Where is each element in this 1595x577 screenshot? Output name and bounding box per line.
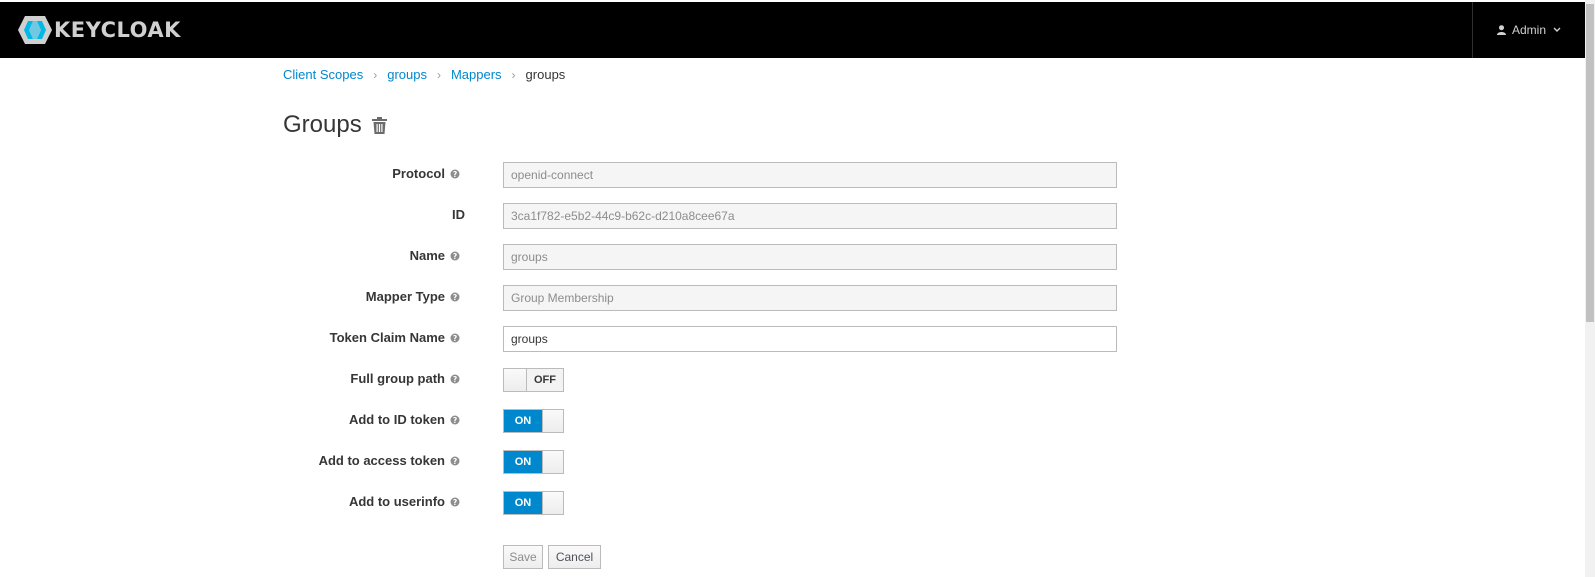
save-button[interactable]: Save xyxy=(503,545,543,569)
toggle-state: ON xyxy=(504,492,542,514)
add-to-access-token-toggle[interactable]: ON xyxy=(503,450,564,474)
help-icon[interactable]: ? xyxy=(450,374,460,384)
help-icon[interactable]: ? xyxy=(450,415,460,425)
breadcrumb-groups[interactable]: groups xyxy=(387,67,427,82)
breadcrumb-separator-icon: › xyxy=(511,67,516,82)
mapper-type-row: Mapper Type ? xyxy=(0,285,1200,311)
svg-text:?: ? xyxy=(453,293,457,302)
token-claim-name-row: Token Claim Name ? xyxy=(0,326,1200,352)
toggle-knob xyxy=(504,369,527,391)
page-header: Groups xyxy=(283,111,387,139)
help-icon[interactable]: ? xyxy=(450,497,460,507)
full-group-path-label: Full group path ? xyxy=(350,371,460,386)
breadcrumb-current: groups xyxy=(525,67,566,82)
add-to-userinfo-toggle[interactable]: ON xyxy=(503,491,564,515)
keycloak-logo[interactable]: KEYCLOAK xyxy=(18,16,181,44)
breadcrumb-separator-icon: › xyxy=(373,67,378,82)
help-icon[interactable]: ? xyxy=(450,169,460,179)
mapper-type-field[interactable] xyxy=(503,285,1117,311)
toggle-knob xyxy=(542,410,563,432)
name-label-text: Name xyxy=(409,248,445,263)
add-to-id-token-label-text: Add to ID token xyxy=(348,412,445,427)
id-label: ID xyxy=(452,207,465,222)
id-row: ID xyxy=(0,203,1200,229)
toggle-knob xyxy=(542,451,563,473)
svg-text:?: ? xyxy=(453,498,457,507)
full-group-path-row: Full group path ? OFF xyxy=(0,367,1200,393)
svg-text:?: ? xyxy=(453,334,457,343)
help-icon[interactable]: ? xyxy=(450,333,460,343)
full-group-path-label-text: Full group path xyxy=(350,371,445,386)
scrollbar-thumb[interactable] xyxy=(1586,4,1594,322)
add-to-userinfo-label-text: Add to userinfo xyxy=(348,494,445,509)
user-menu-dropdown[interactable]: Admin xyxy=(1472,2,1585,58)
chevron-down-icon xyxy=(1553,27,1561,33)
protocol-label: Protocol ? xyxy=(392,166,460,181)
svg-text:?: ? xyxy=(453,457,457,466)
user-name: Admin xyxy=(1511,23,1546,37)
id-label-text: ID xyxy=(452,207,465,222)
protocol-row: Protocol ? xyxy=(0,162,1200,188)
toggle-state: ON xyxy=(504,410,542,432)
toggle-state: ON xyxy=(504,451,542,473)
logo-text: KEYCLOAK xyxy=(54,18,181,42)
svg-text:?: ? xyxy=(453,170,457,179)
help-icon[interactable]: ? xyxy=(450,456,460,466)
keycloak-logo-icon xyxy=(18,16,52,44)
breadcrumb-client-scopes[interactable]: Client Scopes xyxy=(283,67,363,82)
svg-text:?: ? xyxy=(453,252,457,261)
breadcrumb-separator-icon: › xyxy=(436,67,441,82)
token-claim-name-label: Token Claim Name ? xyxy=(330,330,460,345)
full-group-path-toggle[interactable]: OFF xyxy=(503,368,564,392)
name-label: Name ? xyxy=(410,248,460,263)
toggle-knob xyxy=(542,492,563,514)
add-to-userinfo-row: Add to userinfo ? ON xyxy=(0,490,1200,516)
add-to-id-token-toggle[interactable]: ON xyxy=(503,409,564,433)
add-to-id-token-label: Add to ID token ? xyxy=(349,412,460,427)
protocol-label-text: Protocol xyxy=(392,166,445,181)
user-icon xyxy=(1496,25,1506,35)
add-to-access-token-label-text: Add to access token xyxy=(318,453,445,468)
breadcrumb-mappers[interactable]: Mappers xyxy=(451,67,502,82)
token-claim-name-label-text: Token Claim Name xyxy=(329,330,445,345)
name-row: Name ? xyxy=(0,244,1200,270)
delete-trash-icon[interactable] xyxy=(371,116,387,134)
page-title: Groups xyxy=(283,111,362,138)
token-claim-name-input[interactable] xyxy=(503,326,1117,352)
page-scrollbar[interactable] xyxy=(1585,0,1595,577)
mapper-type-label-text: Mapper Type xyxy=(365,289,445,304)
add-to-id-token-row: Add to ID token ? ON xyxy=(0,408,1200,434)
id-field[interactable] xyxy=(503,203,1117,229)
add-to-access-token-row: Add to access token ? ON xyxy=(0,449,1200,475)
add-to-userinfo-label: Add to userinfo ? xyxy=(349,494,460,509)
help-icon[interactable]: ? xyxy=(450,251,460,261)
mapper-type-label: Mapper Type ? xyxy=(366,289,460,304)
top-navbar: KEYCLOAK Admin xyxy=(0,2,1585,58)
breadcrumb: Client Scopes › groups › Mappers › group… xyxy=(283,67,565,82)
svg-text:?: ? xyxy=(453,416,457,425)
name-field[interactable] xyxy=(503,244,1117,270)
toggle-state: OFF xyxy=(527,369,563,391)
cancel-button[interactable]: Cancel xyxy=(548,545,601,569)
help-icon[interactable]: ? xyxy=(450,292,460,302)
protocol-field[interactable] xyxy=(503,162,1117,188)
svg-text:?: ? xyxy=(453,375,457,384)
add-to-access-token-label: Add to access token ? xyxy=(319,453,460,468)
